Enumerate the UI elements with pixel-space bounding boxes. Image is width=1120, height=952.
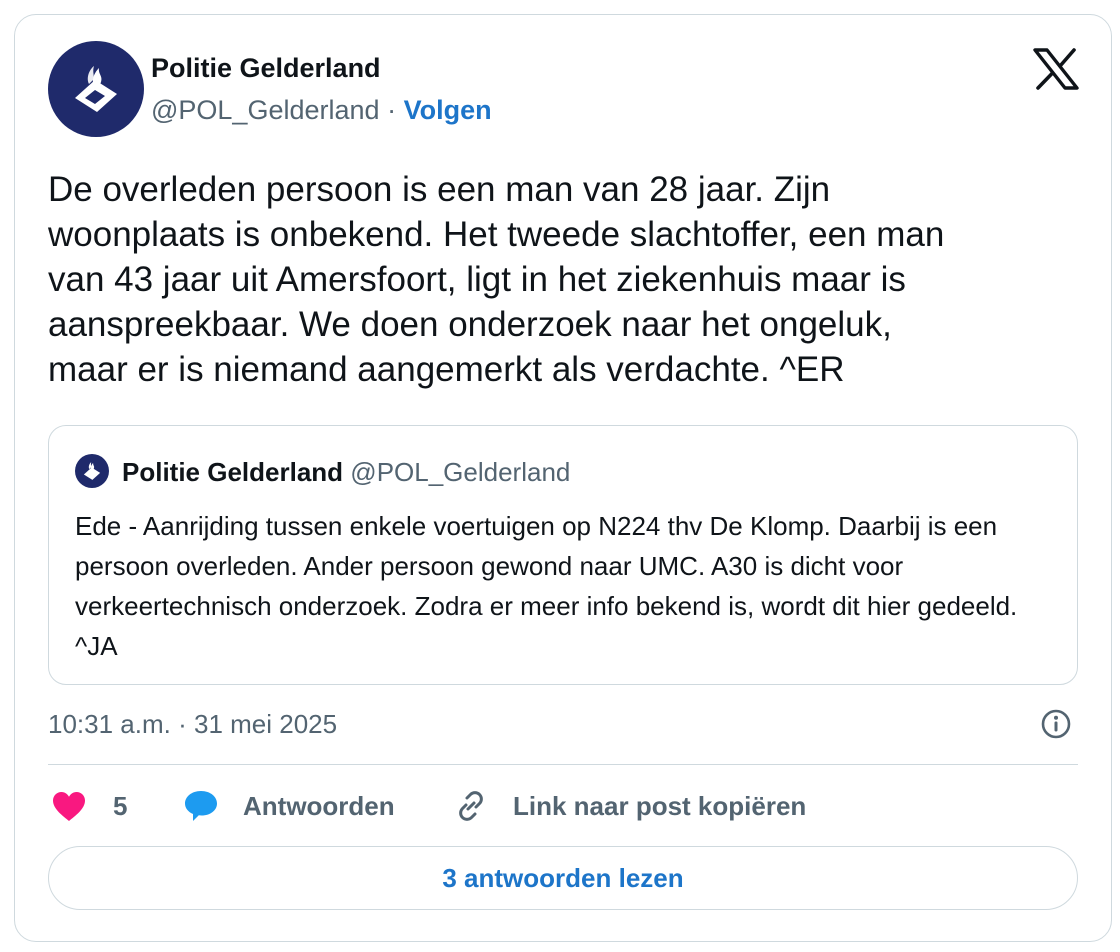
post-timestamp[interactable]: 10:31 a.m. · 31 mei 2025 bbox=[48, 707, 337, 741]
author-avatar[interactable] bbox=[48, 41, 144, 137]
post-date: 31 mei 2025 bbox=[194, 709, 338, 739]
quoted-post[interactable]: Politie Gelderland @POL_Gelderland Ede -… bbox=[48, 425, 1078, 685]
like-count: 5 bbox=[113, 790, 128, 821]
separator-dot: · bbox=[387, 95, 397, 125]
author-meta: @POL_Gelderland · Volgen bbox=[151, 93, 492, 127]
separator-dot: · bbox=[178, 709, 187, 739]
reply-button[interactable]: Antwoorden bbox=[183, 786, 395, 826]
author-name[interactable]: Politie Gelderland bbox=[151, 51, 381, 85]
post-card: Politie Gelderland @POL_Gelderland · Vol… bbox=[14, 14, 1112, 942]
police-logo-icon bbox=[75, 66, 117, 112]
read-replies-button[interactable]: 3 antwoorden lezen bbox=[48, 846, 1078, 910]
quoted-author-handle: @POL_Gelderland bbox=[350, 457, 571, 487]
post-time: 10:31 a.m. bbox=[48, 709, 171, 739]
copy-link-button[interactable]: Link naar post kopiëren bbox=[453, 786, 806, 826]
quoted-author-avatar bbox=[75, 454, 109, 488]
quoted-author-name: Politie Gelderland bbox=[122, 457, 344, 487]
link-icon bbox=[459, 791, 483, 821]
x-logo-icon[interactable] bbox=[1033, 48, 1079, 90]
police-logo-icon bbox=[83, 462, 101, 480]
like-button[interactable]: 5 bbox=[51, 786, 127, 826]
reply-label: Antwoorden bbox=[243, 790, 395, 821]
post-text: De overleden persoon is een man van 28 j… bbox=[48, 170, 945, 389]
author-handle[interactable]: @POL_Gelderland bbox=[151, 95, 380, 125]
quoted-header: Politie Gelderland @POL_Gelderland bbox=[122, 455, 570, 489]
info-icon[interactable] bbox=[1040, 708, 1072, 740]
copy-link-label: Link naar post kopiëren bbox=[513, 790, 807, 821]
follow-link[interactable]: Volgen bbox=[404, 95, 492, 125]
heart-icon bbox=[53, 792, 85, 821]
quoted-post-text: Ede - Aanrijding tussen enkele voertuige… bbox=[75, 511, 1018, 661]
divider bbox=[48, 764, 1078, 765]
speech-bubble-icon bbox=[185, 791, 217, 821]
